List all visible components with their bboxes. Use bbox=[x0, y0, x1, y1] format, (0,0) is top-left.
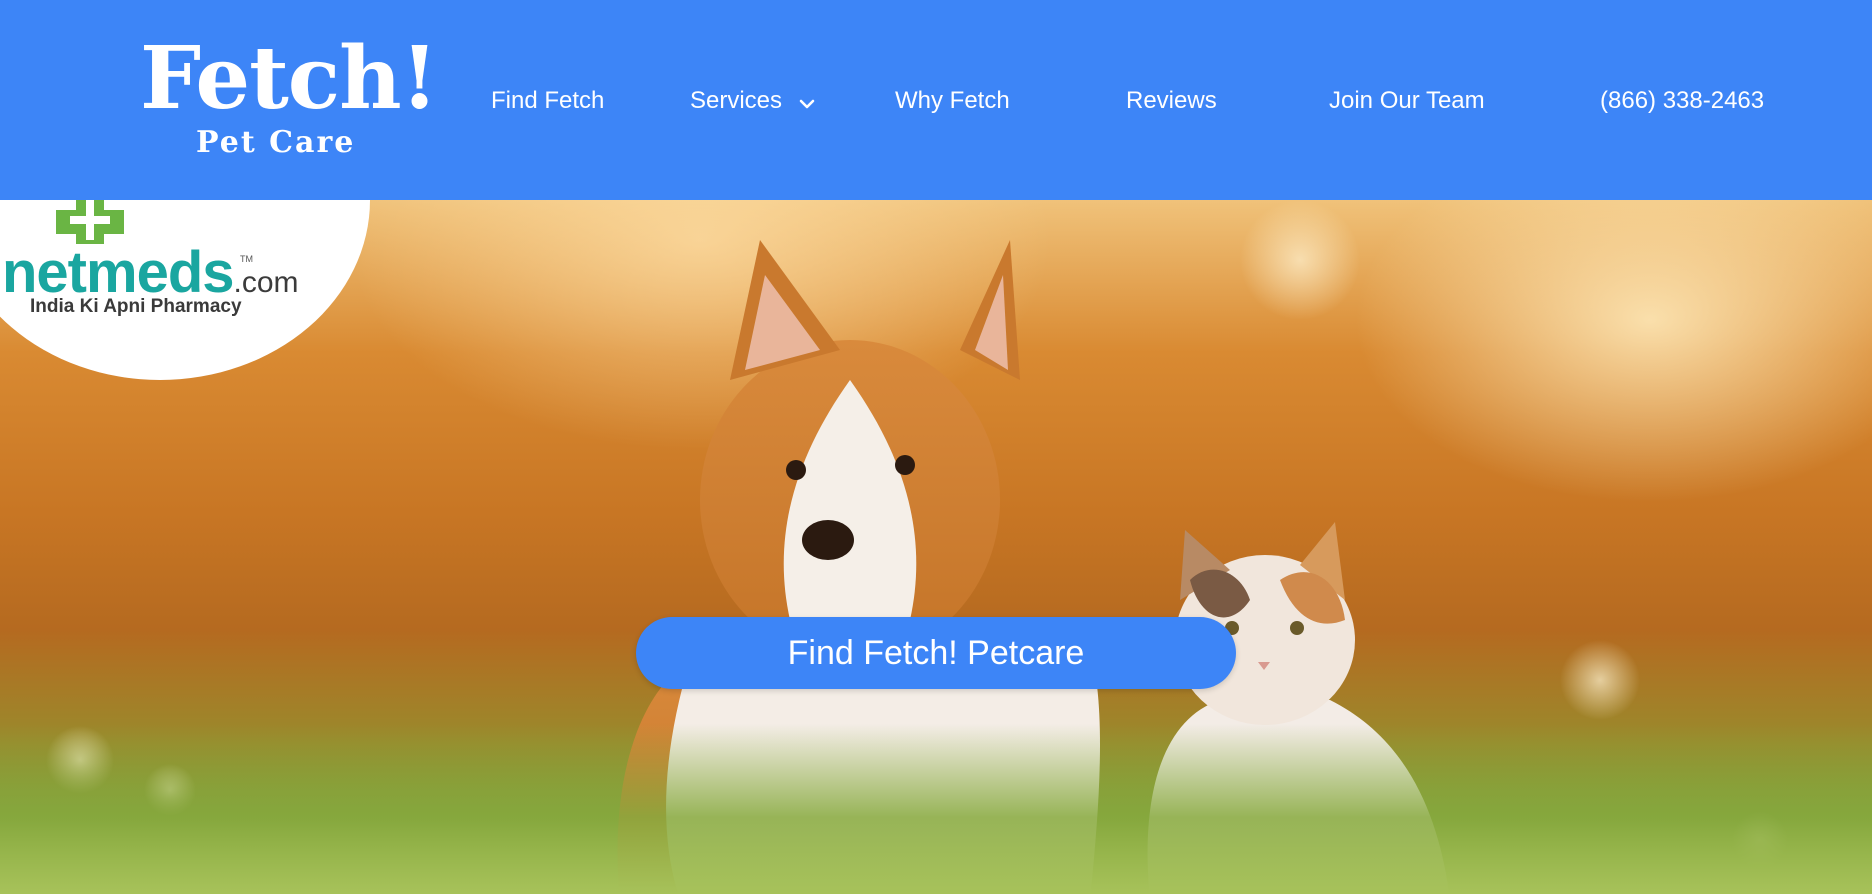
nav-reviews[interactable]: Reviews bbox=[1126, 84, 1217, 118]
netmeds-tld-text: .com bbox=[233, 266, 299, 299]
nav-services[interactable]: Services bbox=[690, 84, 815, 118]
nav-why-fetch[interactable]: Why Fetch bbox=[895, 84, 1010, 118]
fetch-pet-care-logo[interactable]: Fetch! Pet Care bbox=[140, 36, 438, 166]
trademark-mark: TM bbox=[240, 254, 253, 264]
nav-join-our-team[interactable]: Join Our Team bbox=[1329, 84, 1485, 118]
plus-icon bbox=[56, 200, 124, 244]
logo-subtitle: Pet Care bbox=[196, 125, 356, 160]
find-fetch-petcare-button[interactable]: Find Fetch! Petcare bbox=[636, 617, 1236, 689]
nav-find-fetch[interactable]: Find Fetch bbox=[491, 84, 604, 118]
netmeds-tagline: India Ki Apni Pharmacy bbox=[30, 296, 242, 317]
grass-foreground bbox=[0, 724, 1872, 894]
logo-wordmark: Fetch! bbox=[140, 28, 438, 129]
site-header: Fetch! Pet Care Find Fetch Services Why … bbox=[0, 0, 1872, 200]
nav-phone-number[interactable]: (866) 338-2463 bbox=[1600, 84, 1764, 118]
nav-services-label: Services bbox=[690, 87, 783, 114]
chevron-down-icon bbox=[799, 85, 815, 119]
hero-section: netmeds.com TM India Ki Apni Pharmacy Fi… bbox=[0, 200, 1872, 894]
netmeds-wordmark: netmeds.com bbox=[2, 244, 299, 302]
